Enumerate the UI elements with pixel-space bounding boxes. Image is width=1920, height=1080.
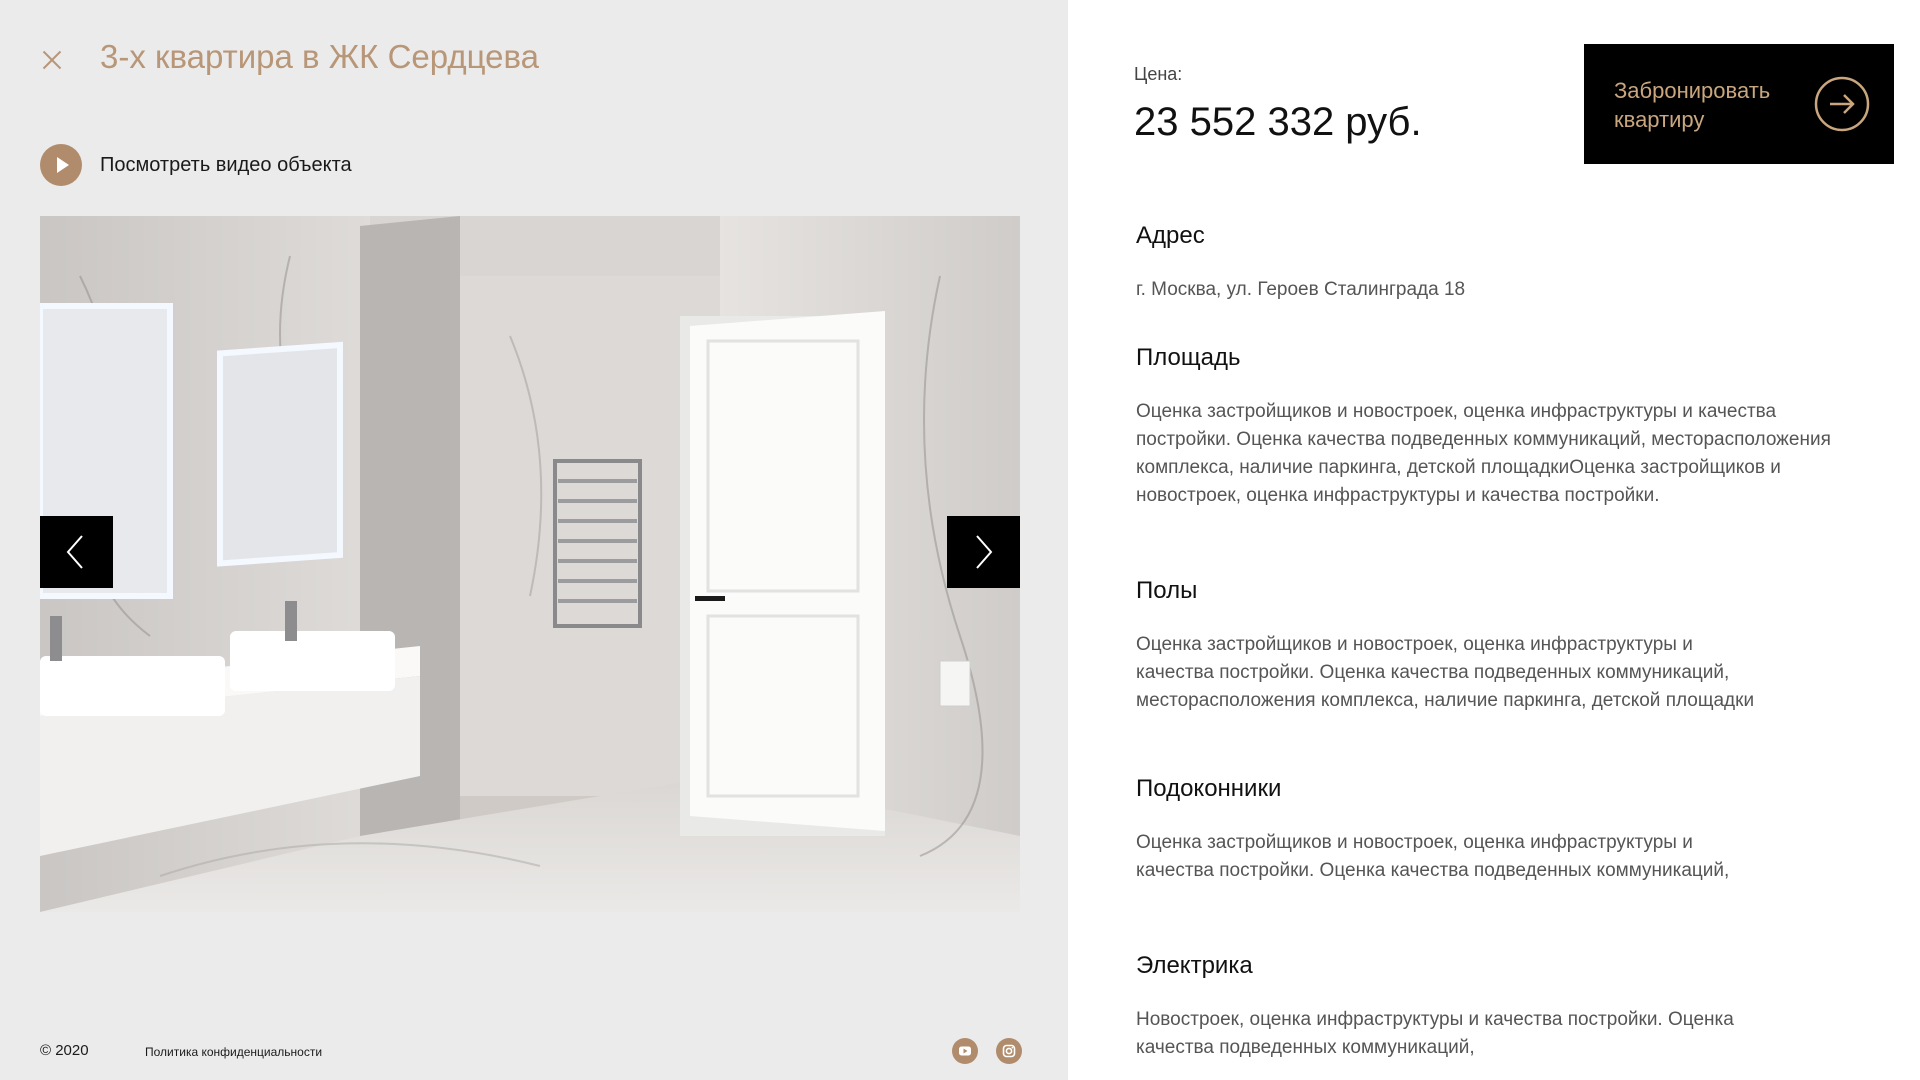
instagram-icon[interactable]	[996, 1038, 1022, 1064]
detail-title: Площадь	[1136, 344, 1241, 371]
details-panel: Цена: 23 552 332 руб. Забронировать квар…	[1068, 0, 1920, 1080]
detail-floors: Полы Оценка застройщиков и новостроек, о…	[1136, 577, 1756, 715]
watch-video-label: Посмотреть видео объекта	[100, 153, 352, 176]
detail-window-sills: Подоконники Оценка застройщиков и новост…	[1136, 775, 1756, 885]
instagram-glyph	[1002, 1044, 1016, 1058]
privacy-policy-link[interactable]: Политика конфиденциальности	[145, 1045, 322, 1059]
book-apartment-button[interactable]: Забронировать квартиру	[1584, 44, 1894, 164]
book-apartment-label: Забронировать квартиру	[1614, 78, 1771, 132]
price-value: 23 552 332 руб.	[1134, 100, 1422, 144]
youtube-icon[interactable]	[952, 1038, 978, 1064]
chevron-right-icon	[976, 535, 993, 569]
detail-electrics: Электрика Новостроек, оценка инфраструкт…	[1136, 952, 1756, 1062]
gallery-next-button[interactable]	[947, 516, 1020, 588]
detail-address: Адрес г. Москва, ул. Героев Сталинграда …	[1136, 222, 1836, 304]
chevron-left-icon	[66, 535, 83, 569]
page-title: 3-х квартира в ЖК Сердцева	[100, 38, 540, 75]
detail-title: Полы	[1136, 577, 1198, 604]
gallery-panel: 3-х квартира в ЖК Сердцева Посмотреть ви…	[0, 0, 1068, 1080]
detail-title: Электрика	[1136, 952, 1253, 979]
price-label: Цена:	[1134, 64, 1183, 84]
detail-text: Оценка застройщиков и новостроек, оценка…	[1136, 634, 1755, 711]
detail-title: Подоконники	[1136, 775, 1282, 802]
gallery-prev-button[interactable]	[40, 516, 113, 588]
close-icon[interactable]	[38, 46, 66, 74]
bathroom-photo	[40, 216, 1020, 912]
detail-area: Площадь Оценка застройщиков и новостроек…	[1136, 344, 1836, 510]
detail-text: Оценка застройщиков и новостроек, оценка…	[1136, 401, 1831, 506]
photo-gallery	[40, 216, 1020, 912]
arrow-right-icon	[1814, 76, 1870, 132]
detail-text: Новостроек, оценка инфраструктуры и каче…	[1136, 1009, 1734, 1058]
play-icon[interactable]	[40, 144, 82, 186]
youtube-glyph	[959, 1046, 971, 1056]
copyright: © 2020	[40, 1042, 89, 1059]
detail-title: Адрес	[1136, 222, 1205, 249]
watch-video-link[interactable]: Посмотреть видео объекта	[40, 144, 352, 186]
detail-text: г. Москва, ул. Героев Сталинграда 18	[1136, 279, 1466, 300]
detail-text: Оценка застройщиков и новостроек, оценка…	[1136, 832, 1730, 881]
